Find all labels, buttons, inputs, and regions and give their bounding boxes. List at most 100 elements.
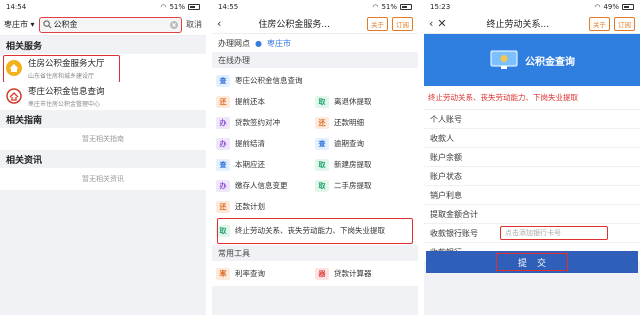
status-bar: 14:55 ◠ 51% — [212, 0, 418, 14]
service-subtitle: 枣庄市住房公积金管理中心 — [28, 100, 101, 108]
city-selector[interactable]: 枣庄市 ▾ — [4, 19, 35, 30]
service-title: 枣庄公积金信息查询 — [28, 86, 105, 97]
follow-button[interactable]: 关于 — [367, 16, 388, 31]
service-repay-detail[interactable]: 还还款明细 — [315, 116, 414, 129]
status-bar: 14:54 ◠ 51% — [0, 0, 206, 14]
emblem-icon — [6, 88, 22, 104]
search-input[interactable]: 公积金 — [38, 16, 182, 33]
screen-extract-form: 15:23 ◠ 49% ‹ ✕ 终止劳动关系... 关于 订阅 公积金查询 终止… — [424, 0, 640, 315]
service-item-hall[interactable]: 住房公积金服务大厅 山东省住房和城乡建设厅 — [0, 54, 206, 83]
field-close-interest: 销户利息 — [424, 186, 640, 205]
status-time: 15:23 — [430, 3, 451, 11]
section-services-heading: 相关服务 — [0, 36, 206, 54]
service-second-house[interactable]: 取二手房提取 — [315, 179, 414, 192]
page-title: 终止劳动关系... — [486, 20, 550, 30]
field-bank-account: 收款银行账号 点击添加银行卡号 — [424, 224, 640, 243]
wifi-icon: ◠ — [594, 3, 601, 11]
section-guides-heading: 相关指南 — [0, 110, 206, 128]
clear-icon[interactable] — [170, 20, 178, 29]
status-bar: 15:23 ◠ 49% — [424, 0, 640, 14]
branch-city: 枣庄市 — [266, 38, 291, 48]
extract-tag-icon: 取 — [315, 179, 329, 192]
battery-icon — [188, 4, 200, 10]
service-subtitle: 山东省住房和城乡建设厅 — [28, 72, 95, 80]
extract-tag-icon: 取 — [315, 95, 329, 108]
handle-tag-icon: 办 — [216, 179, 230, 192]
service-retire-extract[interactable]: 取离退休提取 — [315, 95, 414, 108]
service-new-house[interactable]: 取新建房提取 — [315, 158, 414, 171]
search-bar: 枣庄市 ▾ 公积金 取消 — [0, 14, 206, 36]
form-title: 终止劳动关系、丧失劳动能力、下岗失业提取 — [424, 86, 640, 110]
repay-tag-icon: 还 — [216, 200, 230, 213]
nav-bar: ‹ 住房公积金服务... 关于 订阅 — [212, 14, 418, 34]
battery-icon — [400, 4, 412, 10]
service-early-repay[interactable]: 还提前还本 — [216, 95, 315, 108]
battery-percent: 49% — [603, 3, 619, 11]
branch-selector[interactable]: 办理网点 ● 枣庄市 — [212, 34, 418, 52]
subscribe-button[interactable]: 订阅 — [392, 16, 413, 31]
handle-tag-icon: 办 — [216, 137, 230, 150]
battery-percent: 51% — [169, 3, 185, 11]
wifi-icon: ◠ — [160, 3, 167, 11]
battery-percent: 51% — [381, 3, 397, 11]
field-payee: 收款人 — [424, 129, 640, 148]
online-services-grid: 查枣庄公积金信息查询 还提前还本 取离退休提取 办贷款签约对冲 还还款明细 办提… — [212, 68, 418, 245]
submit-button[interactable]: 提交 — [496, 253, 568, 271]
field-balance: 账户余额 — [424, 148, 640, 167]
service-info-query[interactable]: 查枣庄公积金信息查询 — [216, 74, 414, 87]
submit-bar: 提交 — [426, 251, 638, 273]
extract-tag-icon: 取 — [315, 158, 329, 171]
chevron-down-icon: ▾ — [30, 20, 35, 29]
field-account-status: 账户状态 — [424, 167, 640, 186]
close-icon[interactable]: ✕ — [437, 17, 446, 30]
bank-account-input[interactable]: 点击添加银行卡号 — [500, 226, 608, 240]
service-early-settle[interactable]: 办提前结清 — [216, 137, 315, 150]
field-personal-account: 个人账号 — [424, 110, 640, 129]
screen-search-results: 14:54 ◠ 51% 枣庄市 ▾ 公积金 取消 相关服务 住房公积金服务大厅 … — [0, 0, 206, 315]
cancel-button[interactable]: 取消 — [186, 19, 202, 30]
calculator-tag-icon: 器 — [315, 267, 329, 280]
branch-label: 办理网点 — [218, 38, 250, 48]
service-period-repay[interactable]: 查本期应还 — [216, 158, 315, 171]
query-banner: 公积金查询 — [424, 34, 640, 86]
wifi-icon: ◠ — [372, 3, 379, 11]
field-extract-total: 提取金额合计 — [424, 205, 640, 224]
repay-tag-icon: 还 — [216, 95, 230, 108]
handle-tag-icon: 办 — [216, 116, 230, 129]
query-tag-icon: 查 — [216, 74, 230, 87]
tool-loan-calculator[interactable]: 器贷款计算器 — [315, 267, 414, 280]
news-empty-text: 暂无相关资讯 — [0, 168, 206, 190]
guides-empty-text: 暂无相关指南 — [0, 128, 206, 150]
group-tools-heading: 常用工具 — [212, 245, 418, 261]
group-online-heading: 在线办理 — [212, 52, 418, 68]
nav-bar: ‹ ✕ 终止劳动关系... 关于 订阅 — [424, 14, 640, 34]
service-deposit-change[interactable]: 办缴存人信息变更 — [216, 179, 315, 192]
battery-icon — [622, 4, 634, 10]
service-item-info-query[interactable]: 枣庄公积金信息查询 枣庄市住房公积金管理中心 — [0, 82, 206, 110]
query-tag-icon: 查 — [315, 137, 329, 150]
service-loan-check[interactable]: 办贷款签约对冲 — [216, 116, 315, 129]
status-time: 14:55 — [218, 3, 239, 11]
back-icon[interactable]: ‹ — [217, 17, 221, 30]
page-title: 住房公积金服务... — [258, 20, 330, 30]
back-icon[interactable]: ‹ — [429, 17, 433, 30]
search-value: 公积金 — [53, 20, 78, 29]
search-icon — [42, 20, 52, 29]
tool-rate-query[interactable]: 率利率查询 — [216, 267, 315, 280]
rate-tag-icon: 率 — [216, 267, 230, 280]
service-unemployed-extract[interactable]: 取终止劳动关系、丧失劳动能力、下岗失业提取 — [216, 225, 414, 237]
monitor-icon — [490, 50, 518, 69]
tools-grid: 率利率查询 器贷款计算器 — [212, 261, 418, 286]
status-time: 14:54 — [6, 3, 27, 11]
follow-button[interactable]: 关于 — [589, 16, 610, 31]
section-news-heading: 相关资讯 — [0, 150, 206, 168]
repay-tag-icon: 还 — [315, 116, 329, 129]
subscribe-button[interactable]: 订阅 — [614, 16, 635, 31]
service-overdue-query[interactable]: 查逾期查询 — [315, 137, 414, 150]
service-repay-plan[interactable]: 还还款计划 — [216, 200, 414, 213]
extract-tag-icon: 取 — [216, 225, 230, 237]
service-title: 住房公积金服务大厅 — [28, 58, 105, 69]
query-tag-icon: 查 — [216, 158, 230, 171]
house-icon — [6, 60, 22, 76]
location-pin-icon: ● — [255, 38, 262, 48]
